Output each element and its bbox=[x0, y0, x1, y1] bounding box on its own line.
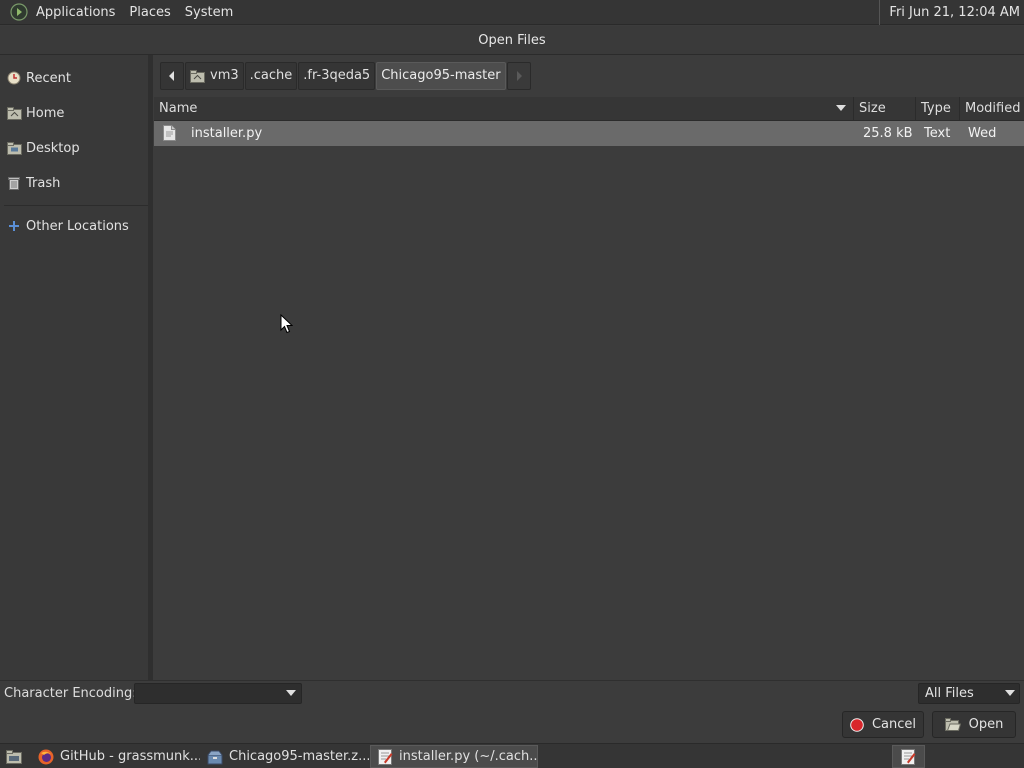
path-bar: vm3 .cache .fr-3qeda5 Chicago95-master bbox=[160, 62, 532, 90]
sidebar-item-label: Other Locations bbox=[26, 218, 129, 234]
file-modified: Wed bbox=[968, 126, 997, 141]
path-crumb-vm3[interactable]: vm3 bbox=[185, 62, 244, 90]
path-crumb-label: vm3 bbox=[210, 68, 239, 83]
chevron-down-icon bbox=[286, 690, 296, 696]
applications-logo-icon[interactable] bbox=[9, 2, 29, 22]
file-filter-select[interactable]: All Files bbox=[918, 683, 1020, 704]
menu-places[interactable]: Places bbox=[122, 0, 177, 25]
archive-manager-icon bbox=[207, 749, 223, 765]
open-button[interactable]: Open bbox=[932, 711, 1016, 738]
file-size: 25.8 kB bbox=[863, 126, 913, 141]
top-panel: Applications Places System Fri Jun 21, 1… bbox=[0, 0, 1024, 25]
column-header-type[interactable]: Type bbox=[916, 97, 960, 121]
sidebar-item-trash[interactable]: Trash bbox=[0, 168, 148, 198]
sidebar-item-label: Trash bbox=[26, 175, 61, 191]
sidebar-item-label: Desktop bbox=[26, 140, 80, 156]
file-filter-value: All Files bbox=[925, 686, 974, 701]
sidebar-item-home[interactable]: Home bbox=[0, 98, 148, 128]
menu-applications[interactable]: Applications bbox=[29, 0, 122, 25]
path-crumb-chicago95-master[interactable]: Chicago95-master bbox=[376, 62, 506, 90]
text-editor-icon bbox=[377, 748, 393, 765]
home-folder-icon bbox=[190, 69, 205, 83]
show-desktop-button[interactable] bbox=[0, 745, 28, 768]
chevron-down-icon bbox=[1005, 690, 1015, 696]
trash-icon bbox=[6, 175, 22, 191]
clock[interactable]: Fri Jun 21, 12:04 AM bbox=[879, 0, 1020, 25]
path-back-button[interactable] bbox=[160, 62, 184, 90]
character-encoding-label: Character Encoding: bbox=[4, 686, 137, 701]
sort-descending-icon bbox=[836, 105, 846, 111]
window-title: Open Files bbox=[0, 26, 1024, 55]
taskbar-item-text-editor[interactable]: installer.py (~/.cach... bbox=[370, 745, 538, 768]
sidebar-item-desktop[interactable]: Desktop bbox=[0, 133, 148, 163]
sidebar-pane-divider[interactable] bbox=[148, 55, 153, 680]
file-list[interactable]: Name Size Type Modified installer.py 25.… bbox=[154, 97, 1024, 680]
menu-system[interactable]: System bbox=[178, 0, 240, 25]
taskbar-item-label: installer.py (~/.cach... bbox=[399, 749, 538, 764]
chevron-left-icon bbox=[169, 71, 174, 81]
column-header-modified[interactable]: Modified bbox=[960, 97, 1024, 121]
taskbar: GitHub - grassmunk... Chicago95-master.z… bbox=[0, 743, 1024, 768]
tray-text-editor-button[interactable] bbox=[892, 745, 925, 768]
column-header-size[interactable]: Size bbox=[854, 97, 916, 121]
column-header-name[interactable]: Name bbox=[154, 97, 854, 121]
path-crumb-fr-3qeda5[interactable]: .fr-3qeda5 bbox=[298, 62, 376, 90]
open-folder-icon bbox=[944, 718, 961, 731]
chevron-right-icon bbox=[516, 71, 522, 81]
taskbar-item-archive[interactable]: Chicago95-master.z... bbox=[201, 745, 369, 768]
show-desktop-icon bbox=[6, 749, 22, 765]
open-button-label: Open bbox=[968, 717, 1004, 732]
file-type: Text bbox=[924, 126, 951, 141]
sidebar-separator bbox=[4, 205, 148, 206]
cancel-button-label: Cancel bbox=[871, 717, 917, 732]
character-encoding-select[interactable] bbox=[134, 683, 302, 704]
cancel-button[interactable]: Cancel bbox=[842, 711, 924, 738]
cancel-icon bbox=[850, 717, 864, 732]
text-editor-icon bbox=[901, 748, 917, 765]
text-file-icon bbox=[163, 125, 176, 142]
dialog-bottom-bar: Character Encoding: All Files Cancel Ope… bbox=[0, 680, 1024, 743]
plus-icon bbox=[6, 218, 22, 234]
path-crumb-cache[interactable]: .cache bbox=[244, 62, 298, 90]
taskbar-item-label: Chicago95-master.z... bbox=[229, 749, 369, 764]
taskbar-item-firefox[interactable]: GitHub - grassmunk... bbox=[32, 745, 200, 768]
sidebar-item-recent[interactable]: Recent bbox=[0, 63, 148, 93]
file-list-header: Name Size Type Modified bbox=[154, 97, 1024, 121]
table-row[interactable]: installer.py 25.8 kB Text Wed bbox=[154, 121, 1024, 146]
path-forward-button[interactable] bbox=[506, 62, 531, 90]
taskbar-item-label: GitHub - grassmunk... bbox=[60, 749, 200, 764]
firefox-icon bbox=[38, 749, 54, 765]
sidebar-item-label: Recent bbox=[26, 70, 71, 86]
sidebar-item-label: Home bbox=[26, 105, 65, 121]
recent-icon bbox=[6, 70, 22, 86]
home-folder-icon bbox=[6, 105, 22, 121]
mouse-cursor-icon bbox=[280, 313, 294, 338]
file-name: installer.py bbox=[191, 126, 263, 141]
desktop-folder-icon bbox=[6, 140, 22, 156]
sidebar-item-other-locations[interactable]: Other Locations bbox=[0, 211, 148, 241]
places-sidebar: Recent Home Desktop Trash Other Location… bbox=[0, 55, 150, 680]
